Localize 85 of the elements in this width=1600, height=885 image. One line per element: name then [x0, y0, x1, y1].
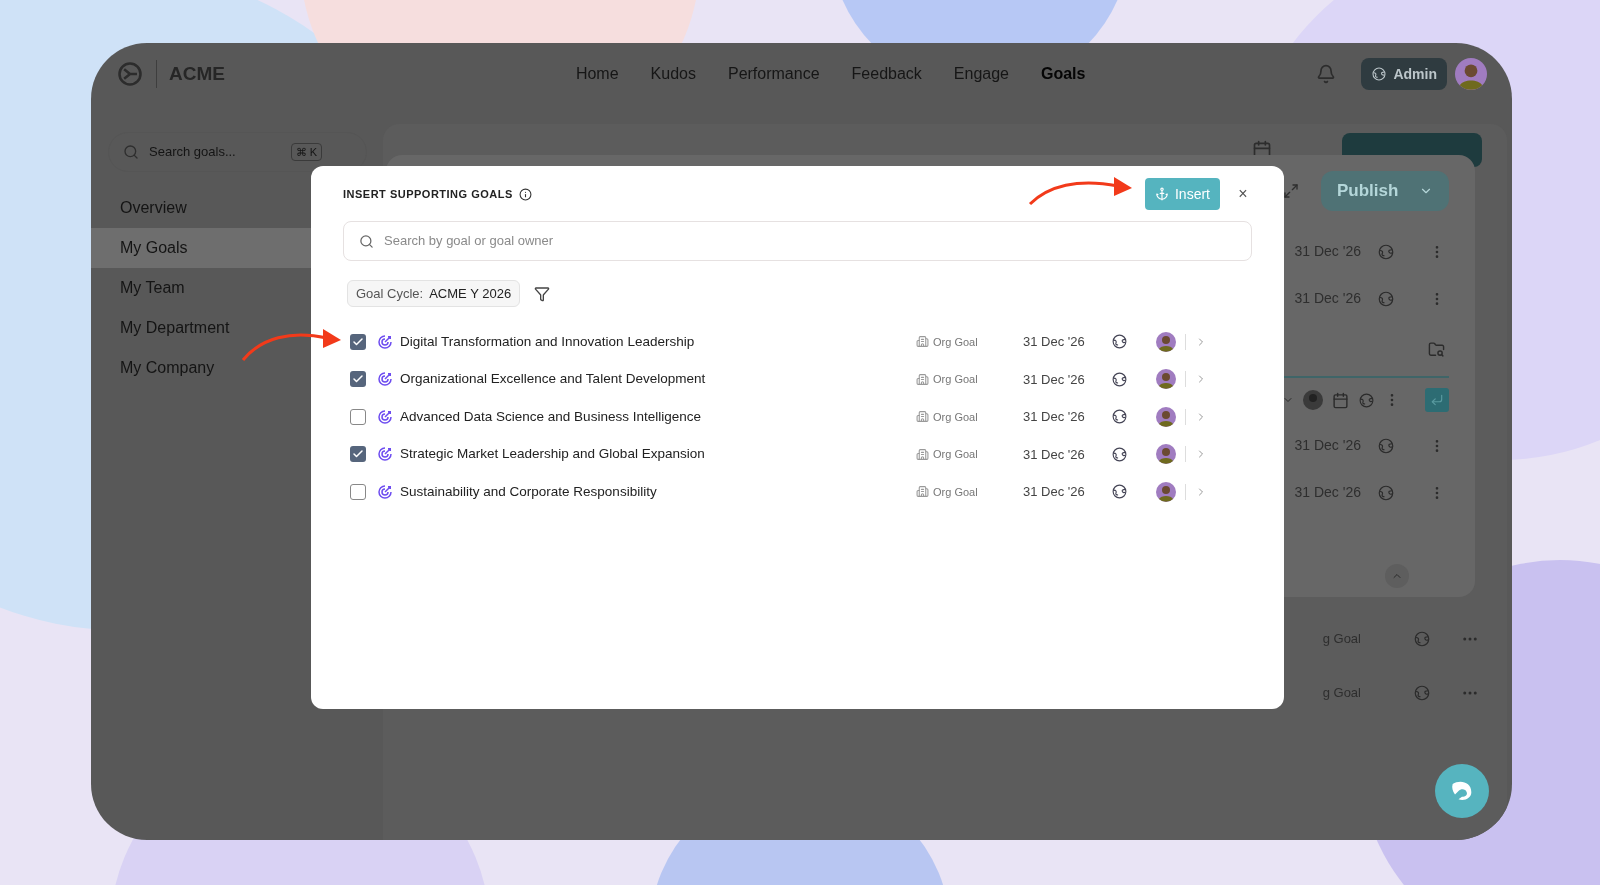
target-icon [376, 445, 394, 464]
info-icon[interactable] [518, 187, 532, 201]
owner-avatar [1156, 481, 1176, 502]
avatar [1303, 390, 1323, 410]
publish-button[interactable]: Publish [1321, 171, 1449, 211]
globe-icon [1377, 483, 1395, 502]
building-icon [916, 447, 929, 461]
goal-title[interactable]: Advanced Data Science and Business Intelligence [400, 406, 910, 427]
goal-type: Org Goal [933, 409, 979, 425]
owner-avatar [1156, 331, 1176, 352]
due-date: 31 Dec '26 [1294, 436, 1361, 455]
close-button[interactable]: × [1234, 186, 1252, 202]
target-icon [376, 332, 394, 351]
due-date: 31 Dec '26 [1023, 483, 1086, 501]
globe-icon [1413, 630, 1431, 648]
notification-icon[interactable] [1316, 64, 1337, 84]
globe-icon [1413, 684, 1431, 702]
goal-title[interactable]: Sustainability and Corporate Responsibility [400, 481, 910, 502]
due-date: 31 Dec '26 [1023, 333, 1086, 351]
checkbox[interactable] [350, 333, 366, 350]
globe-icon [1377, 242, 1395, 261]
search-input[interactable]: Search by goal or goal owner [384, 231, 1236, 251]
globe-icon [1371, 66, 1388, 82]
target-icon [376, 370, 394, 389]
goal-type: Org Goal [933, 372, 979, 387]
insert-button[interactable]: Insert [1145, 178, 1220, 210]
owner-avatar [1156, 444, 1176, 465]
modal-title: INSERT SUPPORTING GOALS [343, 186, 513, 202]
due-date: 31 Dec '26 [1023, 408, 1086, 426]
nav-link[interactable]: Home [575, 62, 619, 86]
chip-label: Goal Cycle: [356, 284, 424, 303]
globe-icon [1358, 391, 1375, 409]
globe-icon [1377, 289, 1395, 308]
owner-avatar [1156, 369, 1176, 390]
nav-link[interactable]: Engage [953, 62, 1009, 86]
nav-link[interactable]: Performance [727, 62, 820, 86]
admin-button[interactable]: Admin [1361, 58, 1447, 90]
check-icon [352, 335, 364, 348]
anchor-icon [1155, 187, 1169, 201]
shortcut-key: ⌘ K [290, 142, 322, 162]
globe-icon [1111, 370, 1128, 388]
goal-title[interactable]: Organizational Excellence and Talent Development [400, 369, 910, 390]
goal-type: Org Goal [933, 484, 979, 500]
building-icon [916, 410, 929, 424]
user-avatar [1455, 58, 1487, 90]
due-date: 31 Dec '26 [1023, 370, 1086, 389]
due-date: 31 Dec '26 [1294, 483, 1361, 502]
goal-type: Org Goal [933, 447, 979, 462]
goal-title[interactable]: Digital Transformation and Innovation Leadership [400, 331, 910, 352]
building-icon [916, 372, 929, 386]
checkbox[interactable] [350, 446, 366, 463]
checkbox[interactable] [350, 371, 366, 388]
enter-button[interactable] [1425, 388, 1449, 412]
search-field[interactable]: Search by goal or goal owner [343, 221, 1252, 261]
globe-icon [1111, 445, 1128, 463]
goal-cycle-chip[interactable]: Goal Cycle: ACME Y 2026 [347, 280, 521, 307]
due-date: 31 Dec '26 [1023, 445, 1086, 464]
logo-icon [116, 60, 144, 88]
search-placeholder: Search goals... [149, 143, 237, 162]
target-icon [376, 407, 394, 426]
goal-title[interactable]: Strategic Market Leadership and Global Expansion [400, 444, 910, 465]
checkbox[interactable] [350, 483, 366, 500]
search-icon [123, 144, 139, 160]
building-icon [916, 335, 929, 349]
globe-icon [1111, 408, 1128, 426]
globe-icon [1111, 483, 1128, 501]
nav-link[interactable]: Goals [1041, 62, 1086, 86]
globe-icon [1111, 333, 1128, 351]
owner-avatar [1156, 406, 1176, 427]
due-date: 31 Dec '26 [1294, 289, 1361, 308]
target-icon [376, 482, 394, 501]
expand-icon[interactable] [1283, 183, 1299, 199]
building-icon [916, 485, 929, 499]
nav-link[interactable]: Kudos [650, 62, 696, 86]
chip-value: ACME Y 2026 [429, 284, 512, 303]
search-icon [359, 233, 374, 249]
folder-search-icon[interactable] [1428, 340, 1445, 358]
checkbox[interactable] [350, 408, 366, 425]
calendar-icon[interactable] [1332, 391, 1349, 409]
nav-link[interactable]: Feedback [851, 62, 922, 86]
due-date: 31 Dec '26 [1294, 242, 1361, 261]
goal-type: Org Goal [933, 334, 979, 350]
globe-icon [1377, 436, 1395, 455]
collapse-button[interactable] [1385, 564, 1409, 588]
enter-icon [1430, 393, 1444, 407]
